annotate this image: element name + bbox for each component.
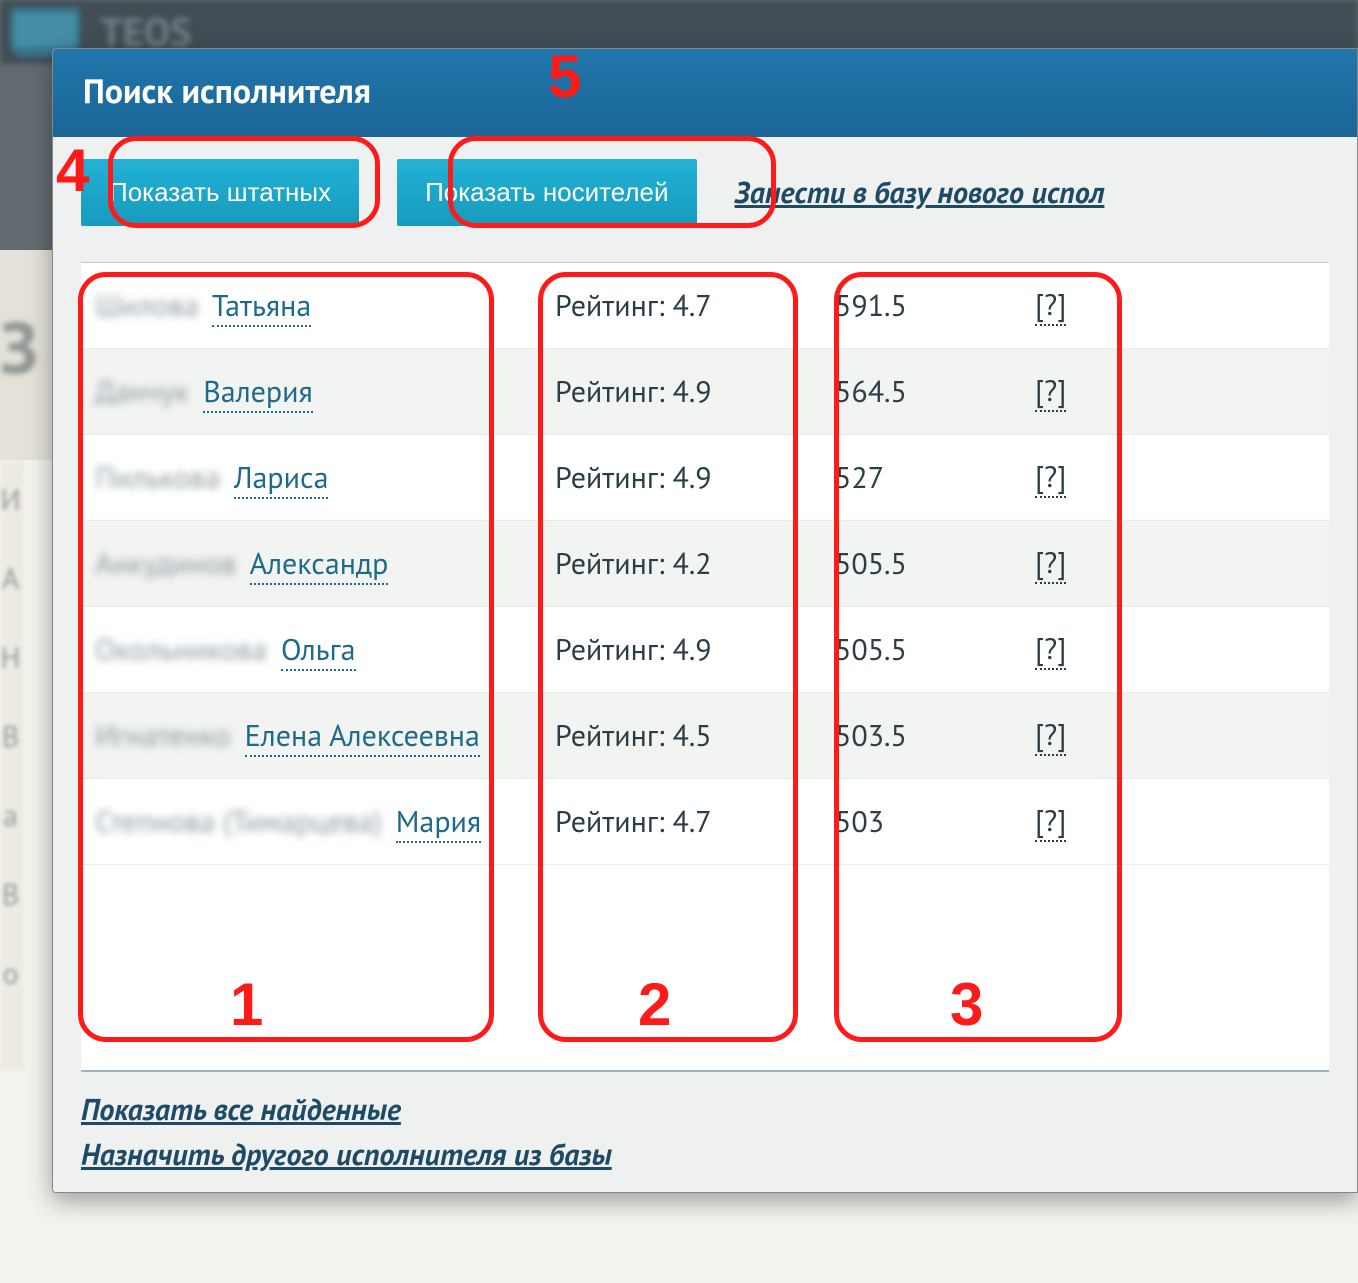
performer-rating: Рейтинг: 4.5 [555, 716, 805, 755]
performer-name[interactable]: Анкудинов Александр [95, 544, 525, 583]
show-native-button[interactable]: Показать носителей [397, 159, 696, 226]
score-help-link[interactable]: [?] [1035, 285, 1066, 326]
result-row: Степнова (Тимарцева) Мария Рейтинг: 4.7 50… [81, 779, 1329, 865]
performer-name[interactable]: Пилькова Лариса [95, 458, 525, 497]
performer-rating: Рейтинг: 4.9 [555, 458, 805, 497]
performer-surname-masked: Пилькова [95, 458, 220, 497]
performer-given-name-link[interactable]: Валерия [203, 372, 313, 413]
result-row: Игнатенко Елена Алексеевна Рейтинг: 4.5 50… [81, 693, 1329, 779]
performer-rating: Рейтинг: 4.9 [555, 630, 805, 669]
performer-given-name-link[interactable]: Лариса [234, 458, 329, 499]
assign-other-link[interactable]: Назначить другого исполнителя из базы [81, 1135, 1329, 1174]
performer-score: 503.5 [835, 716, 1005, 755]
result-row: Шилова Татьяна Рейтинг: 4.7 591.5 [?] [81, 263, 1329, 349]
performer-rating: Рейтинг: 4.9 [555, 372, 805, 411]
performer-rating: Рейтинг: 4.7 [555, 802, 805, 841]
performer-given-name-link[interactable]: Татьяна [212, 286, 311, 327]
results-list: Шилова ТатьянаРейтинг: 4.7591.5[?]Данчук… [81, 262, 1329, 1070]
score-help-link[interactable]: [?] [1035, 457, 1066, 498]
result-row: Анкудинов Александр Рейтинг: 4.2 505.5 [?] [81, 521, 1329, 607]
score-help-link[interactable]: [?] [1035, 801, 1066, 842]
performer-score: 505.5 [835, 544, 1005, 583]
score-help-link[interactable]: [?] [1035, 629, 1066, 670]
score-help-link[interactable]: [?] [1035, 371, 1066, 412]
performer-rating: Рейтинг: 4.2 [555, 544, 805, 583]
performer-name[interactable]: Данчук Валерия [95, 372, 525, 411]
bg-large-letter: З [0, 300, 38, 393]
performer-score: 527 [835, 458, 1005, 497]
performer-surname-masked: Игнатенко [95, 716, 231, 755]
add-new-performer-link[interactable]: Занести в базу нового испол [735, 173, 1105, 212]
performer-surname-masked: Данчук [95, 372, 189, 411]
performer-given-name-link[interactable]: Мария [396, 802, 481, 843]
performer-score: 564.5 [835, 372, 1005, 411]
modal-body: Показать штатных Показать носителей Зане… [53, 137, 1357, 1192]
performer-score: 505.5 [835, 630, 1005, 669]
result-row: Данчук Валерия Рейтинг: 4.9 564.5 [?] [81, 349, 1329, 435]
top-controls: Показать штатных Показать носителей Зане… [81, 159, 1329, 226]
result-row: Окольникова Ольга Рейтинг: 4.9 505.5 [?] [81, 607, 1329, 693]
modal-title: Поиск исполнителя [53, 49, 1357, 137]
score-help-link[interactable]: [?] [1035, 543, 1066, 584]
performer-score: 503 [835, 802, 1005, 841]
performer-name[interactable]: Игнатенко Елена Алексеевна [95, 716, 525, 755]
performer-given-name-link[interactable]: Александр [250, 544, 389, 585]
bottom-links: Показать все найденные Назначить другого… [81, 1070, 1329, 1182]
performer-score: 591.5 [835, 286, 1005, 325]
performer-name[interactable]: Шилова Татьяна [95, 286, 525, 325]
performer-surname-masked: Шилова [95, 286, 199, 325]
performer-given-name-link[interactable]: Ольга [281, 630, 356, 671]
performer-surname-masked: Окольникова [95, 630, 267, 669]
performer-search-modal: Поиск исполнителя Показать штатных Показ… [52, 48, 1358, 1193]
performer-rating: Рейтинг: 4.7 [555, 286, 805, 325]
show-staff-button[interactable]: Показать штатных [81, 159, 359, 226]
score-help-link[interactable]: [?] [1035, 715, 1066, 756]
performer-name[interactable]: Окольникова Ольга [95, 630, 525, 669]
performer-surname-masked: Анкудинов [95, 544, 237, 583]
performer-surname-masked: Степнова (Тимарцева) [95, 802, 382, 841]
bg-left-strip: ИАНВаВо [0, 460, 22, 1070]
result-row: Пилькова Лариса Рейтинг: 4.9 527 [?] [81, 435, 1329, 521]
show-all-found-link[interactable]: Показать все найденные [81, 1090, 1329, 1129]
performer-name[interactable]: Степнова (Тимарцева) Мария [95, 802, 525, 841]
performer-given-name-link[interactable]: Елена Алексеевна [245, 716, 480, 757]
